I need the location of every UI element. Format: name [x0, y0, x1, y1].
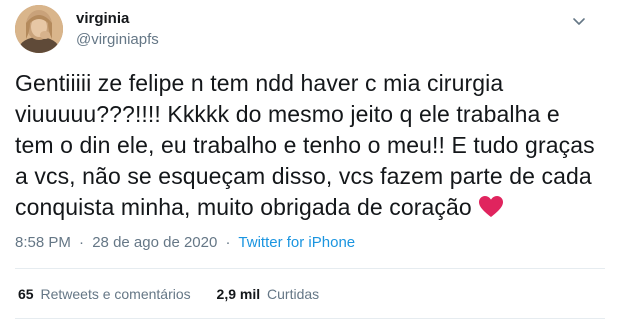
retweets-count: 65: [18, 286, 34, 302]
author-handle[interactable]: @virginiapfs: [76, 30, 159, 50]
tweet-body: Gentiiiii ze felipe n tem ndd haver c mi…: [15, 70, 595, 220]
red-heart-icon: [478, 195, 504, 219]
divider: [15, 268, 605, 269]
tweet-time[interactable]: 8:58 PM: [15, 234, 71, 251]
likes-stat[interactable]: 2,9 mil Curtidas: [217, 284, 320, 304]
retweets-stat[interactable]: 65 Retweets e comentários: [18, 284, 191, 304]
tweet-source-link[interactable]: Twitter for iPhone: [238, 234, 355, 251]
author-display-name[interactable]: virginia: [76, 9, 159, 29]
tweet-stats: 65 Retweets e comentários 2,9 mil Curtid…: [18, 284, 319, 304]
tweet-text: Gentiiiii ze felipe n tem ndd haver c mi…: [15, 68, 595, 223]
author-block: virginia @virginiapfs: [76, 9, 159, 50]
avatar[interactable]: [15, 5, 63, 53]
tweet-date[interactable]: 28 de ago de 2020: [92, 234, 217, 251]
tweet-card: virginia @virginiapfs Gentiiiii ze felip…: [0, 0, 620, 319]
avatar-image: [15, 5, 63, 53]
likes-count: 2,9 mil: [216, 286, 261, 302]
tweet-meta: 8:58 PM · 28 de ago de 2020 · Twitter fo…: [15, 233, 355, 253]
retweets-label: Retweets e comentários: [40, 286, 191, 302]
chevron-down-icon[interactable]: [569, 11, 589, 31]
meta-separator: ·: [225, 234, 231, 251]
likes-label: Curtidas: [267, 286, 320, 302]
meta-separator: ·: [79, 234, 85, 251]
